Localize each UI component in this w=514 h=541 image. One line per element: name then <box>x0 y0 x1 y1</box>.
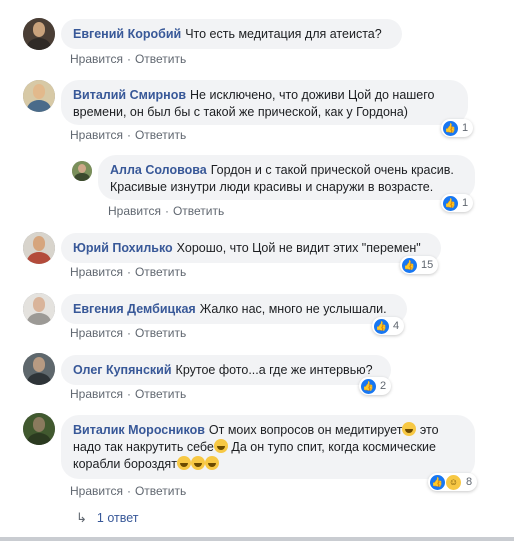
reaction-badge[interactable]: 👍 ☺ 8 <box>428 473 478 491</box>
like-icon: 👍 <box>443 120 458 136</box>
comment-bubble: Виталий Смирнов Не исключено, что доживи … <box>61 80 468 125</box>
avatar[interactable] <box>72 161 92 181</box>
reaction-badge[interactable]: 👍 1 <box>441 119 474 137</box>
comment-actions: Нравится · Ответить <box>108 204 224 218</box>
reaction-count: 1 <box>462 122 469 134</box>
reaction-badge[interactable]: 👍 2 <box>359 377 392 395</box>
reaction-count: 8 <box>466 476 473 488</box>
avatar[interactable] <box>23 413 55 445</box>
comment-author[interactable]: Юрий Похилько <box>73 241 173 255</box>
reply-link[interactable]: Ответить <box>135 484 186 498</box>
separator: · <box>126 128 131 142</box>
like-link[interactable]: Нравится <box>70 387 123 401</box>
comment-text: Хорошо, что Цой не видит этих "перемен" <box>176 241 421 255</box>
comment-actions: Нравится · Ответить <box>70 52 186 66</box>
view-replies-link[interactable]: ↳ 1 ответ <box>76 510 139 526</box>
comment-text: Крутое фото...а где же интервью? <box>175 363 373 377</box>
separator: · <box>126 484 131 498</box>
reaction-count: 4 <box>393 320 400 332</box>
reply-link[interactable]: Ответить <box>173 204 224 218</box>
comment-actions: Нравится · Ответить <box>70 326 186 340</box>
like-link[interactable]: Нравится <box>70 326 123 340</box>
avatar[interactable] <box>23 80 55 112</box>
comment-bubble: Алла Соловова Гордон и с такой прической … <box>98 155 475 200</box>
like-link[interactable]: Нравится <box>108 204 161 218</box>
reaction-count: 15 <box>421 259 434 271</box>
comment-text: Жалко нас, много не услышали. <box>199 302 387 316</box>
like-icon: 👍 <box>402 257 417 273</box>
reaction-count: 1 <box>462 197 469 209</box>
reply-link[interactable]: Ответить <box>135 387 186 401</box>
laughing-emoji-icon <box>190 456 205 470</box>
comment-text-part: От моих вопросов он медитирует <box>208 423 403 437</box>
laughing-emoji-icon <box>213 439 228 453</box>
laughing-emoji-icon <box>402 422 417 436</box>
reply-link[interactable]: Ответить <box>135 52 186 66</box>
reaction-badge[interactable]: 👍 4 <box>372 317 405 335</box>
like-link[interactable]: Нравится <box>70 52 123 66</box>
reaction-count: 2 <box>380 380 387 392</box>
avatar[interactable] <box>23 353 55 385</box>
comment-actions: Нравится · Ответить <box>70 484 186 498</box>
comment-actions: Нравится · Ответить <box>70 128 186 142</box>
comment-bubble: Виталик Моросников От моих вопросов он ме… <box>61 415 475 479</box>
comment-author[interactable]: Олег Купянский <box>73 363 172 377</box>
haha-icon: ☺ <box>445 473 462 491</box>
like-link[interactable]: Нравится <box>70 484 123 498</box>
comment-author[interactable]: Евгений Коробий <box>73 27 181 41</box>
separator: · <box>126 265 131 279</box>
comment-bubble: Евгения Дембицкая Жалко нас, много не усл… <box>61 294 407 324</box>
like-icon: 👍 <box>430 474 445 490</box>
bottom-scroll-edge <box>0 537 514 541</box>
like-icon: 👍 <box>443 195 458 211</box>
comment-author[interactable]: Виталик Моросников <box>73 423 205 437</box>
comment-text: Что есть медитация для атеиста? <box>185 27 382 41</box>
separator: · <box>126 52 131 66</box>
laughing-emoji-icon <box>176 456 191 470</box>
like-link[interactable]: Нравится <box>70 265 123 279</box>
comment-bubble: Евгений Коробий Что есть медитация для ат… <box>61 19 402 49</box>
comment-bubble: Юрий Похилько Хорошо, что Цой не видит эт… <box>61 233 441 263</box>
avatar[interactable] <box>23 293 55 325</box>
reaction-badge[interactable]: 👍 1 <box>441 194 474 212</box>
comment-author[interactable]: Виталий Смирнов <box>73 88 186 102</box>
reply-link[interactable]: Ответить <box>135 128 186 142</box>
comment-actions: Нравится · Ответить <box>70 265 186 279</box>
reply-link[interactable]: Ответить <box>135 265 186 279</box>
like-link[interactable]: Нравится <box>70 128 123 142</box>
separator: · <box>126 387 131 401</box>
separator: · <box>126 326 131 340</box>
like-icon: 👍 <box>361 378 376 394</box>
grinning-emoji-icon <box>204 456 219 470</box>
avatar[interactable] <box>23 232 55 264</box>
like-icon: 👍 <box>374 318 389 334</box>
comment-author[interactable]: Алла Соловова <box>110 163 207 177</box>
comment-author[interactable]: Евгения Дембицкая <box>73 302 196 316</box>
comment-bubble: Олег Купянский Крутое фото...а где же инт… <box>61 355 391 385</box>
reply-arrow-icon: ↳ <box>76 510 87 525</box>
avatar[interactable] <box>23 18 55 50</box>
reply-link[interactable]: Ответить <box>135 326 186 340</box>
separator: · <box>164 204 169 218</box>
reaction-badge[interactable]: 👍 15 <box>400 256 439 274</box>
replies-count-label[interactable]: 1 ответ <box>97 511 139 525</box>
comment-actions: Нравится · Ответить <box>70 387 186 401</box>
